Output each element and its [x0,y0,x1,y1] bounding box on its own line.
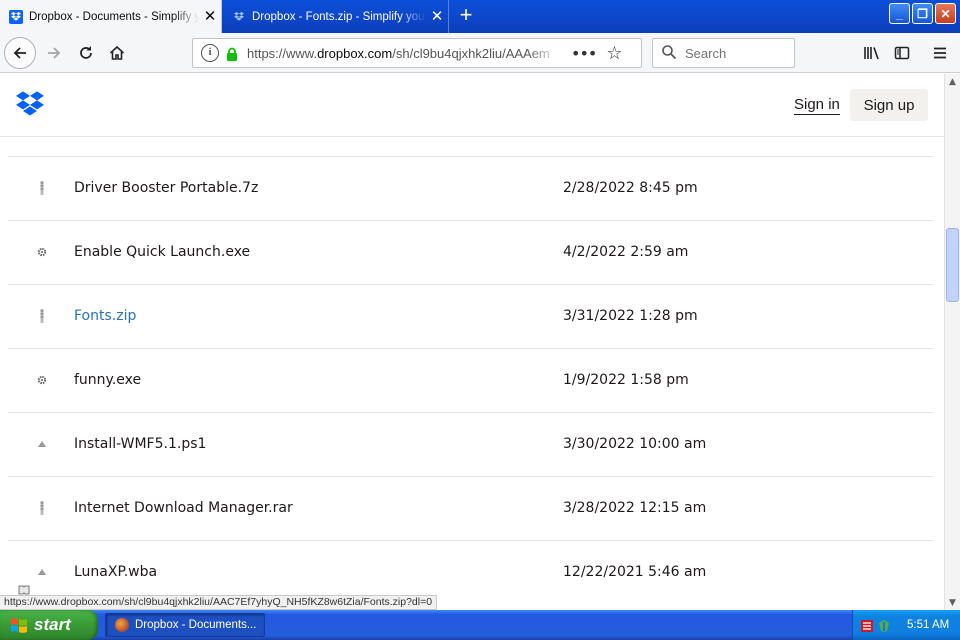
arrow-left-icon [13,47,26,59]
sign-in-link[interactable]: Sign in [794,96,840,115]
library-icon [864,47,879,60]
file-name[interactable]: LunaXP.wba [74,564,157,580]
script-icon [36,437,48,451]
file-name-link[interactable]: Fonts.zip [74,308,136,324]
url-text[interactable]: https://www.dropbox.com/sh/cl9bu4qjxhk2l… [247,46,559,61]
home-button[interactable] [101,37,133,69]
scroll-down-arrow-icon[interactable]: ▼ [945,595,960,610]
library-button[interactable] [856,37,888,69]
tab-dropbox-documents[interactable]: Dropbox - Documents - Simplify yo ✕ [0,0,222,33]
list-item[interactable]: Internet Download Manager.rar 3/28/2022 … [8,477,932,541]
hamburger-menu-icon [934,47,946,59]
list-item[interactable]: Install-WMF5.1.ps1 3/30/2022 10:00 am [8,413,932,477]
file-modified-date: 1/9/2022 1:58 pm [563,372,689,388]
dropbox-favicon-icon [9,9,23,24]
tab-title: Dropbox - Documents - Simplify yo [29,10,199,23]
file-name[interactable]: Internet Download Manager.rar [74,500,293,516]
list-item[interactable]: LunaXP.wba 12/22/2021 5:46 am [8,541,932,596]
file-name[interactable]: Enable Quick Launch.exe [74,244,250,260]
file-modified-date: 4/2/2022 2:59 am [563,244,689,260]
close-window-button[interactable]: ✕ [935,3,956,24]
scrollbar-thumb[interactable] [946,228,959,302]
lock-icon[interactable] [225,46,239,61]
clock[interactable]: 5:51 AM [907,619,949,631]
bookmark-star-icon[interactable]: ☆ [606,43,622,64]
search-icon [661,44,679,62]
archive-icon [36,501,48,515]
file-name[interactable]: funny.exe [74,372,141,388]
window-controls: _ ❐ ✕ [889,3,956,24]
archive-icon [36,181,48,195]
taskbar: start Dropbox - Documents... 5:51 AM [0,610,960,640]
taskbar-item-label: Dropbox - Documents... [135,619,257,631]
file-name[interactable]: Driver Booster Portable.7z [74,180,258,196]
reader-view-icon[interactable] [18,580,30,595]
file-modified-date: 3/28/2022 12:15 am [563,500,707,516]
forward-button[interactable] [38,37,70,69]
list-item[interactable]: funny.exe 1/9/2022 1:58 pm [8,349,932,413]
menu-button[interactable] [924,37,956,69]
file-modified-date: 2/28/2022 8:45 pm [563,180,698,196]
file-name[interactable]: Install-WMF5.1.ps1 [74,436,206,452]
tab-dropbox-fonts[interactable]: Dropbox - Fonts.zip - Simplify you ✕ [223,0,449,33]
list-item[interactable]: Driver Booster Portable.7z 2/28/2022 8:4… [8,157,932,221]
site-header: Sign in Sign up [0,74,944,137]
search-placeholder: Search [685,45,727,61]
tab-strip: Dropbox - Documents - Simplify yo ✕ Drop… [0,0,960,33]
search-input[interactable]: Search [652,38,795,68]
restore-button[interactable]: ❐ [912,3,933,24]
reload-icon [80,46,92,59]
tab-close-icon[interactable]: ✕ [426,9,448,24]
page-actions-icon[interactable]: ••• [571,44,597,63]
navigation-toolbar: i https://www.dropbox.com/sh/cl9bu4qjxhk… [0,33,960,73]
list-item[interactable]: Fonts.zip 3/31/2022 1:28 pm [8,285,932,349]
file-modified-date: 12/22/2021 5:46 am [563,564,707,580]
gear-icon [36,245,48,259]
archive-icon [36,309,48,323]
address-bar[interactable]: i https://www.dropbox.com/sh/cl9bu4qjxhk… [192,38,642,68]
file-list: Driver Booster Portable.7z 2/28/2022 8:4… [8,156,932,596]
minimize-button[interactable]: _ [889,3,910,24]
file-modified-date: 3/31/2022 1:28 pm [563,308,698,324]
tray-app-icon[interactable] [860,618,874,632]
start-button[interactable]: start [0,610,98,640]
info-icon[interactable]: i [201,44,219,62]
start-label: start [34,615,71,634]
file-modified-date: 3/30/2022 10:00 am [563,436,707,452]
new-tab-button[interactable]: + [452,3,480,29]
tab-close-icon[interactable]: ✕ [199,9,221,24]
vertical-scrollbar[interactable]: ▲ ▼ [944,74,960,610]
sidebar-icon [894,46,910,60]
back-button[interactable] [4,37,36,69]
sign-up-button[interactable]: Sign up [850,89,928,121]
firefox-icon [115,618,129,632]
gear-icon [36,373,48,387]
arrow-right-icon [48,47,61,59]
dropbox-favicon-icon [232,10,246,24]
windows-logo-icon [10,616,28,634]
status-link-url: https://www.dropbox.com/sh/cl9bu4qjxhk2l… [0,595,438,610]
tray-shield-icon[interactable] [877,618,891,632]
taskbar-item-firefox[interactable]: Dropbox - Documents... [105,613,265,637]
reload-button[interactable] [70,37,102,69]
tab-title: Dropbox - Fonts.zip - Simplify you [252,10,425,23]
dropbox-logo-icon[interactable] [16,91,44,117]
script-icon [36,565,48,579]
home-icon [109,45,125,60]
list-item[interactable]: Enable Quick Launch.exe 4/2/2022 2:59 am [8,221,932,285]
system-tray: 5:51 AM [852,610,960,640]
scroll-up-arrow-icon[interactable]: ▲ [945,74,960,89]
sidebar-button[interactable] [886,37,918,69]
